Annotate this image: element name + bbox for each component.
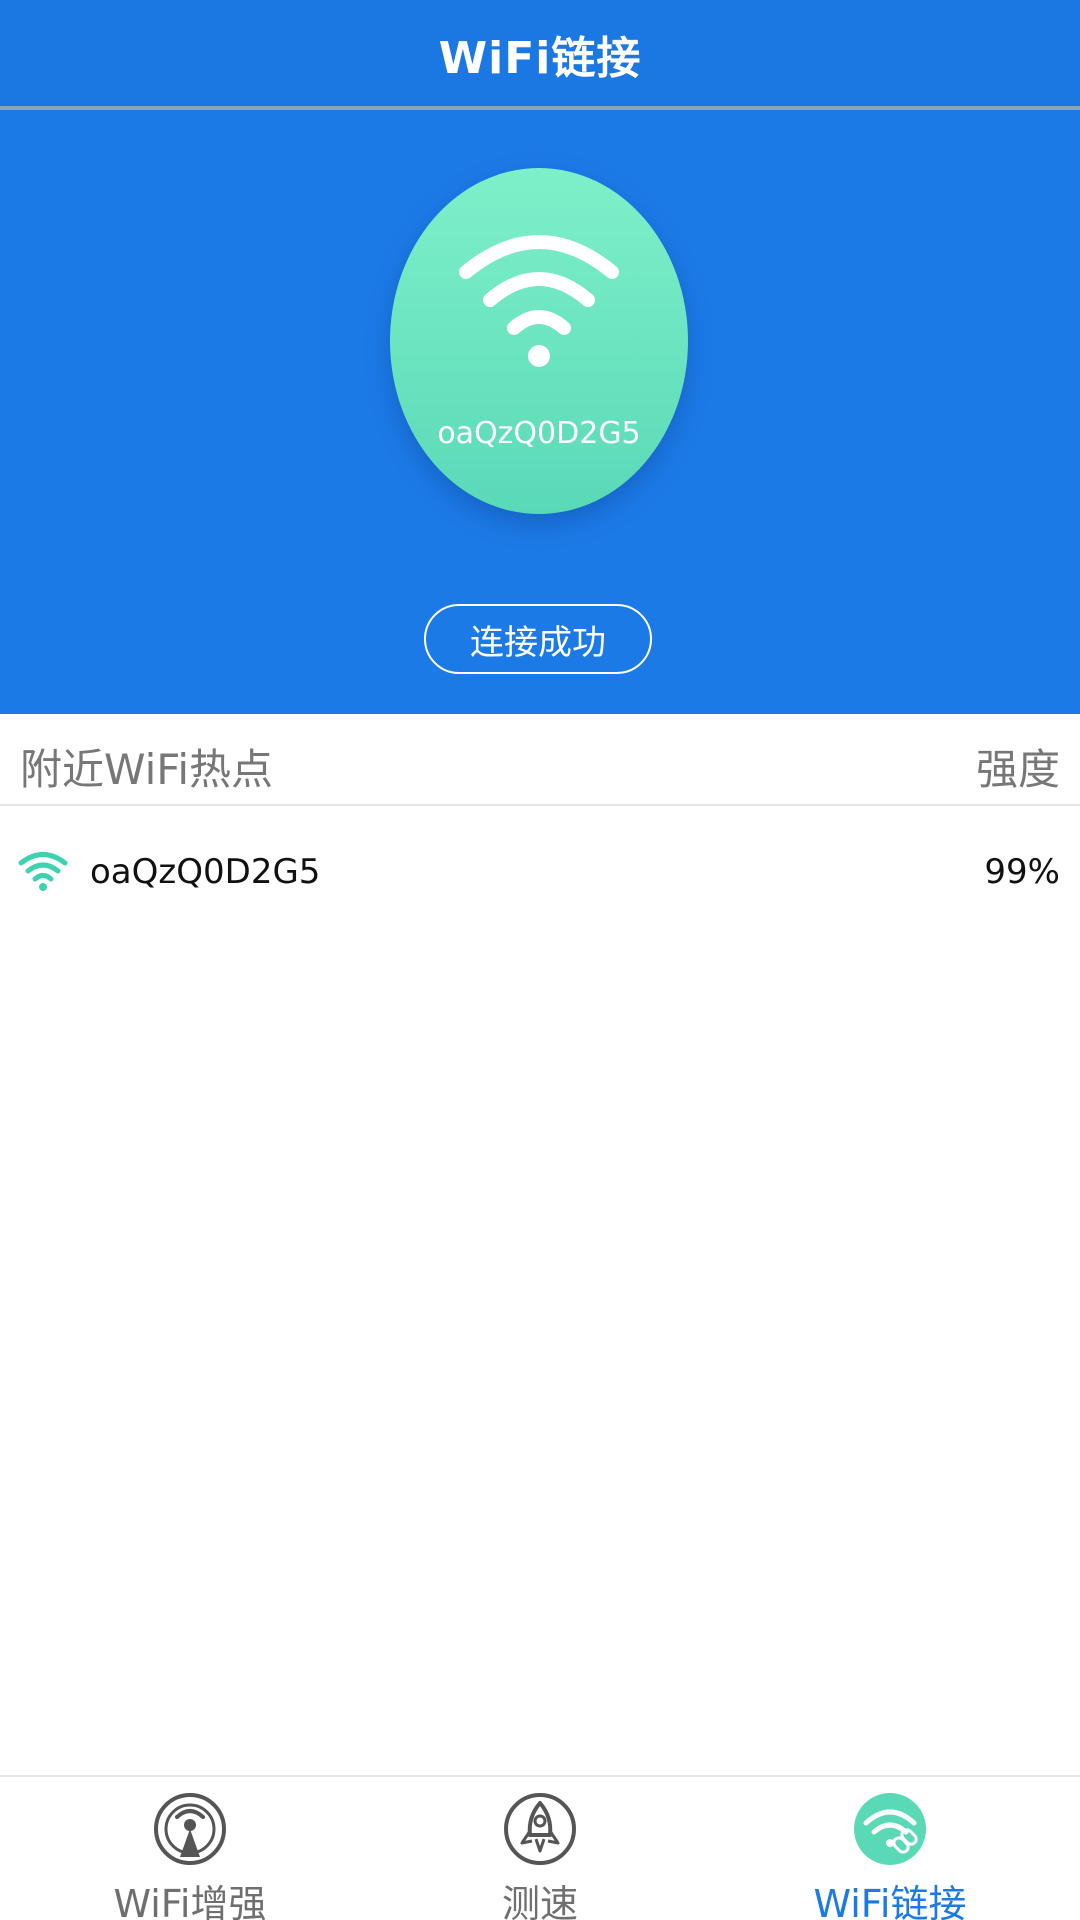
bottom-nav: WiFi增强 测速 WiFi链接 [0, 1775, 1080, 1920]
strength-heading: 强度 [975, 745, 1060, 794]
current-ssid: oaQzQ0D2G5 [437, 416, 641, 451]
tab-wifi-boost[interactable]: WiFi增强 [40, 1791, 340, 1920]
rocket-icon [504, 1793, 576, 1865]
tab-wifi-link[interactable]: WiFi链接 [740, 1791, 1040, 1920]
nearby-list-header: 附近WiFi热点 强度 [0, 714, 1080, 806]
tab-label: 测速 [501, 1882, 578, 1920]
list-item[interactable]: oaQzQ0D2G5 99% [0, 808, 1080, 940]
hotspot-strength: 99% [984, 852, 1060, 892]
tab-speed-test[interactable]: 测速 [390, 1791, 690, 1920]
wifi-icon [18, 852, 68, 891]
tab-label: WiFi链接 [813, 1882, 967, 1920]
nearby-hotspots-heading: 附近WiFi热点 [20, 745, 274, 794]
wifi-link-screen: WiFi链接 oaQzQ0D2G5 连接成功 附近WiFi热点 强度 oaQzQ… [0, 0, 1080, 1920]
wifi-icon [459, 235, 619, 367]
connection-status-button[interactable]: 连接成功 [424, 604, 652, 674]
hotspot-ssid: oaQzQ0D2G5 [90, 852, 321, 892]
title-divider [0, 106, 1080, 110]
top-panel: WiFi链接 oaQzQ0D2G5 连接成功 [0, 0, 1080, 714]
current-network-badge[interactable]: oaQzQ0D2G5 [390, 168, 688, 514]
page-title: WiFi链接 [438, 33, 642, 84]
title-bar: WiFi链接 [0, 0, 1080, 108]
wifi-link-icon [854, 1793, 926, 1865]
signal-booster-icon [154, 1793, 226, 1865]
tab-label: WiFi增强 [113, 1882, 267, 1920]
